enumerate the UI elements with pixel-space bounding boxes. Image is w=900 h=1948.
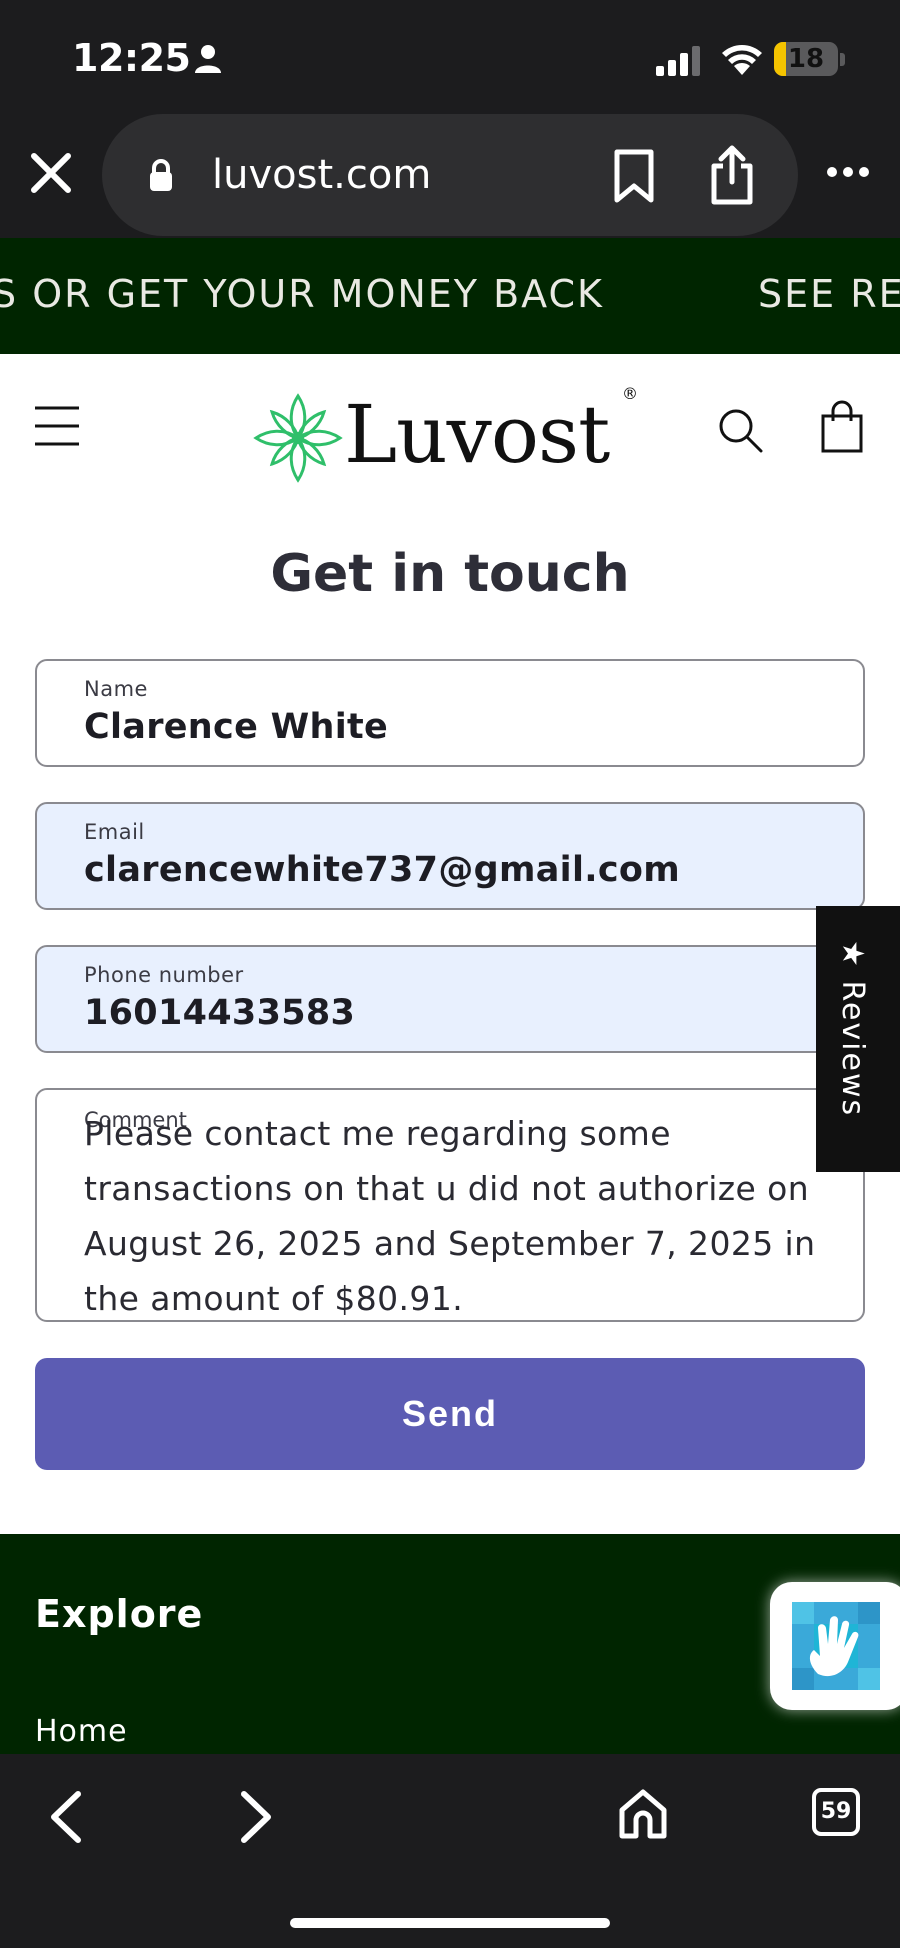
phone-field[interactable]: Phone number 16014433583 xyxy=(35,945,865,1053)
bookmark-icon[interactable] xyxy=(612,148,656,204)
hand-wave-icon xyxy=(792,1602,880,1690)
more-icon[interactable] xyxy=(826,162,870,182)
star-icon: ★ xyxy=(835,940,870,969)
reviews-label: Reviews xyxy=(835,980,870,1118)
logo[interactable]: Luvost ® xyxy=(252,382,642,486)
name-label: Name xyxy=(84,677,148,701)
name-field[interactable]: Name Clarence White xyxy=(35,659,865,767)
status-bar: 12:25 18 xyxy=(0,0,900,110)
name-input[interactable]: Clarence White xyxy=(84,707,388,747)
search-icon[interactable] xyxy=(716,406,764,454)
comment-textarea[interactable]: Please contact me regarding some transac… xyxy=(84,1106,854,1320)
reviews-tab-content: ★ Reviews xyxy=(835,940,870,1117)
back-icon[interactable] xyxy=(46,1790,86,1844)
person-icon xyxy=(195,45,221,73)
email-input[interactable]: clarencewhite737@gmail.com xyxy=(84,850,680,890)
menu-icon[interactable] xyxy=(34,404,80,448)
battery-tip xyxy=(840,53,845,66)
email-field[interactable]: Email clarencewhite737@gmail.com xyxy=(35,802,865,910)
email-label: Email xyxy=(84,820,145,844)
battery-icon: 18 xyxy=(774,42,838,76)
forward-icon[interactable] xyxy=(236,1790,276,1844)
share-icon[interactable] xyxy=(708,144,756,206)
wifi-icon xyxy=(722,45,762,75)
footer-heading: Explore xyxy=(35,1592,204,1636)
comment-field[interactable]: Comment Please contact me regarding some… xyxy=(35,1088,865,1322)
logo-registered-mark: ® xyxy=(622,384,638,403)
site-header: Luvost ® xyxy=(0,354,900,504)
accessibility-widget-button[interactable] xyxy=(770,1582,900,1710)
send-button[interactable]: Send xyxy=(35,1358,865,1470)
announcement-banner: S OR GET YOUR MONEY BACK SEE RE xyxy=(0,238,900,354)
site-footer: Explore Home xyxy=(0,1534,900,1754)
phone-label: Phone number xyxy=(84,963,244,987)
footer-link-home[interactable]: Home xyxy=(35,1714,128,1749)
leaf-logo-icon xyxy=(253,393,343,483)
url-text[interactable]: luvost.com xyxy=(212,152,431,198)
address-bar[interactable]: luvost.com xyxy=(102,114,798,236)
tabs-count: 59 xyxy=(820,1799,852,1824)
close-icon[interactable] xyxy=(28,150,74,196)
phone-input[interactable]: 16014433583 xyxy=(84,993,355,1033)
logo-text: Luvost xyxy=(344,388,610,481)
home-icon[interactable] xyxy=(618,1788,668,1840)
cart-icon[interactable] xyxy=(820,400,864,454)
banner-text: SEE RE xyxy=(758,272,900,316)
reviews-tab[interactable]: ★ Reviews xyxy=(816,906,900,1172)
tabs-button[interactable]: 59 xyxy=(812,1788,860,1836)
status-time: 12:25 xyxy=(72,36,191,80)
browser-toolbar: 59 xyxy=(0,1754,900,1948)
home-indicator xyxy=(290,1918,610,1928)
signal-icon xyxy=(656,46,700,76)
battery-level: 18 xyxy=(787,44,825,74)
page-title: Get in touch xyxy=(270,544,630,604)
browser-bar: luvost.com xyxy=(0,110,900,238)
banner-text: S OR GET YOUR MONEY BACK xyxy=(0,272,604,316)
lock-icon xyxy=(150,159,172,191)
